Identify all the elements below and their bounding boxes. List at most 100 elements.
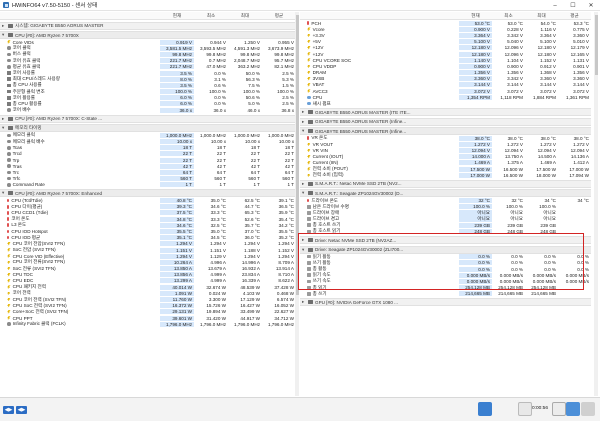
expand-icon[interactable]: ▸ [302,119,306,125]
sensor-row[interactable]: Core VIDs 0.919 V 0.944 V 1.250 V 0.955 V [0,39,296,45]
sensor-row[interactable]: CPU 다이(평균) 39.3 °C 34.6 °C 44.7 °C 36.5 °C [0,204,296,210]
sensor-row[interactable]: 섀시 펌프 [300,100,591,106]
sensor-row[interactable]: 코어 클럭 3,581.5 MHz 3,593.5 MHz 4,591.3 MHz 3,… [0,45,296,51]
sensor-row[interactable]: Command Rate 1 T 1 T 1 T 1 T [0,182,296,188]
sensor-row[interactable]: 코어 전력 1.091 W 0.024 W 4.103 W 0.468 W [0,290,296,296]
sensor-row[interactable]: AVCC3 3.072 V 3.072 V 3.072 V 3.072 V [300,88,591,94]
sensor-group-header[interactable]: ▾ CPU [#0]: AMD Ryzen 7 5700X [0,31,296,39]
expand-icon[interactable]: ▸ [2,23,6,29]
sensor-group-header[interactable]: ▾ Drive: Seagate ZP1024GV30002 (ZLI700... [300,245,591,254]
sensor-row[interactable]: 메모리 클럭 배수 10.00 x 10.00 x 10.00 x 10.00 x [0,138,296,145]
sensor-group-header[interactable]: ▸ GPU [#0]: NVIDIA GeForce GTX 1080 ... [300,298,591,307]
sensor-row[interactable]: SoC 전압 (SVI2 TFN) 1.151 V 1.151 V 1.188 V 1.… [0,247,296,253]
sensor-group-header[interactable]: ▾ S.M.A.R.T.: Seagate ZP1024GV30002 (D... [300,189,591,198]
sensor-row[interactable]: CPU 코어 전압(SVI2 TFN) 1.294 V 1.294 V 1.294 V… [0,241,296,247]
sensor-row[interactable]: 총 활동 0.0 % 0.0 % 0.0 % 0.0 % [300,266,591,272]
sensor-row[interactable]: 쓰기 속도 0.000 MB/s 0.000 MB/s 0.000 MB/s 0.000… [300,278,591,284]
sensor-row[interactable]: Trp 22 T 22 T 22 T 22 T [0,157,296,163]
sensor-row[interactable]: Vcore 0.900 V 0.228 V 1.116 V 0.775 V [300,26,591,32]
column-header-3[interactable]: 평균 [262,13,296,19]
sensor-row[interactable]: 전력 소비 (POUT) 17.500 W 16.500 W 17.500 W 17.0… [300,166,591,172]
sensor-row[interactable]: CPU SoC 전력 (SVI2 TFN) 16.372 W 15.726 W 16.… [0,303,296,309]
sensor-row[interactable]: Trfc 560 T 560 T 560 T 560 T [0,176,296,182]
left-scrollbar-thumb[interactable] [295,15,299,295]
maximize-button[interactable]: ☐ [564,0,582,11]
sensor-row[interactable]: CPU VCORE SOC 1.140 V 1.104 V 1.152 V 1.131 … [300,57,591,63]
sensor-row[interactable]: CPU IOD 평균 35.1 °C 34.5 °C 36.0 °C 35.2 °C [0,235,296,241]
sensor-row[interactable]: 코어 온도 34.8 °C 33.3 °C 52.6 °C 35.4 °C [0,216,296,222]
network-icon[interactable] [478,402,492,416]
sensor-group-header[interactable]: ▾ GIGABYTE B550 AORUS MASTER (Infine... [300,127,591,136]
right-scrollbar-thumb[interactable] [594,15,598,75]
column-header-0[interactable]: 현재 [160,13,194,19]
sensor-row[interactable]: 3VSB 3.360 V 3.342 V 3.360 V 3.360 V [300,76,591,82]
expand-icon[interactable]: ▸ [302,109,306,115]
column-header[interactable]: 현재 최소 최대 평균 [0,12,296,20]
column-header-1[interactable]: 최소 [492,13,525,19]
sensor-row[interactable]: 총 CPU 활용률 6.0 % 0.0 % 5.0 % 2.5 % [0,101,296,107]
sensor-row[interactable]: 최대 CPU/스레드 사용량 8.0 % 3.1 % 56.3 % 5.3 % [0,76,296,82]
collapse-icon[interactable]: ▾ [302,128,306,134]
close-button[interactable]: ✕ [582,0,600,11]
collapse-icon[interactable]: ▾ [302,247,306,253]
sensor-row[interactable]: PCH 53.0 °C 53.0 °C 54.0 °C 53.3 °C [300,20,591,26]
sensor-row[interactable]: 코어 사용률 3.5 % 0.0 % 50.0 % 2.5 % [0,70,296,76]
column-header[interactable]: 현재 최소 최대 평균 [300,12,591,20]
sensor-row[interactable]: 총 쓰기 214,665 MB 214,665 MB 214,665 MB [300,291,591,297]
sensor-row[interactable]: CPU 패키지 전력 40.014 W 32.674 W 48.539 W 37.428… [0,284,296,290]
sensor-row[interactable]: 드라이브 장애 아니요 아니요 아니요 [300,209,591,216]
sensor-row[interactable]: 총 CPU 사용률 3.5 % 0.6 % 7.5 % 1.5 % [0,82,296,88]
sensor-row[interactable]: 전력 소비 (입력) 17.000 W 16.500 W 18.000 W 17.094… [300,172,591,178]
sensor-pane-left[interactable]: 현재 최소 최대 평균 ▸ 시스템: GIGABYTE B550 AORUS MASTER… [0,12,296,396]
sensor-row[interactable]: CPU EDC 13.299 A 4.999 A 16.339 A 8.622 A [0,278,296,284]
sensor-group-header[interactable]: ▸ CPU [#0]: AMD Ryzen 7 5700X: C-State ..… [0,114,296,123]
sensor-group-header[interactable]: ▸ GIGABYTE B550 AORUS MASTER (Infine... [300,117,591,126]
sensor-row[interactable]: +5V 5.100 V 5.040 V 5.100 V 5.010 V [300,39,591,45]
report-icon[interactable] [552,402,566,416]
sensor-row[interactable]: CPU PPT 39.601 W 31.420 W 44.917 W 34.712 W [0,315,296,321]
sensor-row[interactable]: 남은 드라이브 수명 100.0 % 100.0 % 100.0 % [300,204,591,210]
settings-gear-icon[interactable] [566,402,580,416]
sensor-row[interactable]: CPU 코어 전류(SVI2 TFN) 10.264 A 4.996 A 14.996… [0,259,296,265]
sensor-row[interactable]: +12V 12.180 V 12.096 V 12.180 V 12.165 V [300,51,591,57]
sensor-row[interactable]: 드라이브 경고 아니요 아니요 아니요 [300,216,591,223]
sensor-pane-right[interactable]: 현재 최소 최대 평균 PCH 53.0 °C 53.0 °C 54.0 °C 53.3 °C V… [300,12,591,396]
sensor-row[interactable]: +12V 12.180 V 12.096 V 12.180 V 12.179 V [300,45,591,51]
nav-right-arrow-icon[interactable]: ◀▶ [16,406,27,414]
sensor-row[interactable]: +3.3V 3.364 V 3.342 V 3.364 V 3.360 V [300,32,591,38]
sensor-group-header[interactable]: ▾ 메모리 타이밍 [0,124,296,133]
expand-icon[interactable]: ▸ [302,299,306,305]
sensor-group-header[interactable]: ▸ Drive: Netac NVMe SSD 2TB (NV2AZ... [300,236,591,245]
sensor-row[interactable]: 코어 배수 36.0 x 36.0 x 46.0 x 36.8 x [0,107,296,113]
sensor-row[interactable]: 읽기 속도 0.000 MB/s 0.000 MB/s 0.000 MB/s 0.000… [300,272,591,278]
column-header-1[interactable]: 최소 [194,13,228,19]
expand-icon[interactable]: ▸ [302,237,306,243]
sensor-row[interactable]: 버스 클럭 99.8 MHz 99.8 MHz 99.8 MHz 99.8 MHz [0,51,296,57]
sensor-row[interactable]: 드라이브 온도 32 °C 32 °C 34 °C 34 °C [300,197,591,204]
sensor-row[interactable]: CPU Core VID (Effective) 1.294 V 1.129 V 1.… [0,253,296,259]
sensor-row[interactable]: L3 온도 34.6 °C 32.5 °C 35.7 °C 34.2 °C [0,222,296,228]
minimize-button[interactable]: – [546,0,564,11]
sensor-row[interactable]: VBAT 3.144 V 3.144 V 3.144 V 3.144 V [300,82,591,88]
sensor-row[interactable]: 읽기 활동 0.0 % 0.0 % 0.0 % 0.0 % [300,254,591,260]
sensor-row[interactable]: 총 호스트 쓰기 239 GB 239 GB 239 GB [300,222,591,228]
sensor-row[interactable]: VR VOUT 1.272 V 1.272 V 1.272 V 1.272 V [300,141,591,147]
sensor-row[interactable]: 총 읽기 254,128 MB 254,128 MB 254,128 MB [300,285,591,291]
column-header-3[interactable]: 평균 [558,13,591,19]
sensor-row[interactable]: Core+SoC 전력 (SVI2 TFN) 29.131 W 19.894 W 33… [0,309,296,315]
sensor-row[interactable]: 주문형 클럭 변조 100.0 % 100.0 % 100.0 % 100.0 % [0,89,296,95]
sensor-row[interactable]: Tcas 18 T 18 T 18 T 18 T [0,145,296,151]
column-header-2[interactable]: 최대 [525,13,558,19]
sensor-row[interactable]: 코어 활용률 6.0 % 0.0 % 50.6 % 2.5 % [0,95,296,101]
sensor-row[interactable]: 코어 유효 클럭 221.7 MHz 0.7 MHz 2,048.7 MHz 95.7 … [0,58,296,64]
left-scrollbar[interactable] [295,12,299,396]
close-sensors-icon[interactable] [581,402,595,416]
sensor-row[interactable]: Current (IIN) 1.469 A 1.375 A 1.469 A 1.412 … [300,160,591,166]
sensor-row[interactable]: CPU CCD1 (Tdie) 37.5 °C 33.3 °C 65.3 °C 35.9… [0,210,296,216]
right-scrollbar[interactable] [594,12,598,396]
sensor-row[interactable]: CPU (Tctl/Tdie) 40.8 °C 35.0 °C 62.5 °C 39.1… [0,197,296,204]
sensor-row[interactable]: CPU 코어 전력 (SVI2 TFN) 11.760 W 3.300 W 17.12… [0,296,296,303]
sensor-row[interactable]: SoC 전류 (SVI2 TFN) 13.850 A 13.679 A 16.932 … [0,266,296,272]
sensor-row[interactable]: Trc 64 T 64 T 64 T 64 T [0,169,296,175]
sensor-row[interactable]: Tras 42 T 42 T 42 T 42 T [0,163,296,169]
